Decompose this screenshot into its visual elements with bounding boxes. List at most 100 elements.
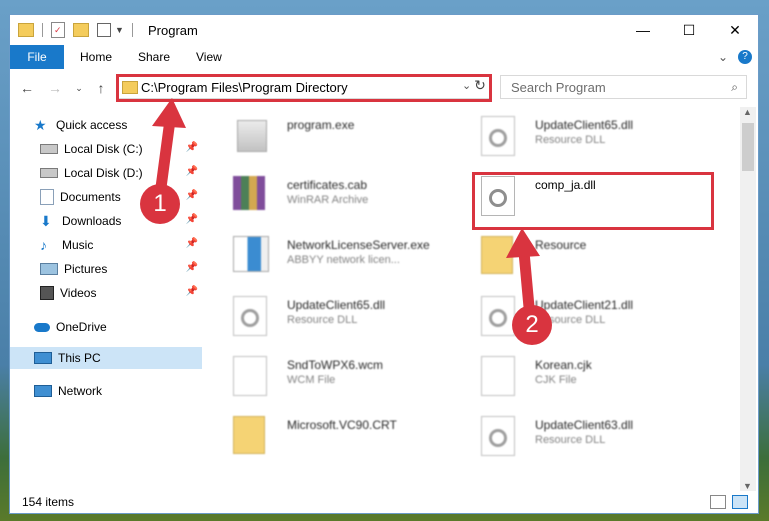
up-button[interactable]: ↑	[92, 79, 110, 97]
dll-icon	[481, 296, 515, 336]
sidebar-item-label: Videos	[60, 286, 97, 300]
pictures-icon	[40, 263, 58, 275]
back-button[interactable]: ←	[18, 79, 36, 97]
sidebar-item-this-pc[interactable]: This PC	[10, 347, 202, 369]
folder-icon[interactable]	[18, 23, 34, 37]
large-icons-view-icon[interactable]	[732, 495, 748, 509]
sidebar-item-label: Quick access	[56, 118, 128, 132]
search-icon: ⌕	[731, 80, 738, 94]
close-button[interactable]: ✕	[712, 15, 758, 45]
file-name: certificates.cab	[287, 178, 368, 192]
scroll-up-icon[interactable]: ▲	[743, 107, 752, 117]
navigation-pane: ★ Quick access Local Disk (C:) 📌 Local D…	[10, 110, 206, 490]
tab-view[interactable]: View	[196, 45, 222, 69]
sidebar-item-label: Local Disk (C:)	[64, 142, 143, 156]
minimize-button[interactable]: —	[620, 15, 666, 45]
customize-dropdown-icon[interactable]: ▼	[115, 25, 124, 35]
vertical-scrollbar[interactable]: ▲ ▼	[740, 107, 756, 491]
file-item[interactable]: UpdateClient65.dll Resource DLL	[215, 292, 455, 346]
sidebar-item-onedrive[interactable]: OneDrive	[34, 316, 226, 338]
file-item[interactable]: NetworkLicenseServer.exe ABBYY network l…	[215, 232, 455, 286]
exe-icon	[237, 120, 267, 152]
sidebar-item-local-disk-c[interactable]: Local Disk (C:) 📌	[40, 138, 202, 160]
drive-icon	[40, 144, 58, 154]
sidebar-item-network[interactable]: Network	[34, 380, 226, 402]
pin-icon[interactable]: 📌	[186, 214, 198, 225]
music-icon: ♪	[40, 237, 47, 253]
help-button[interactable]: ?	[738, 45, 752, 69]
separator-icon	[131, 23, 133, 37]
file-name: program.exe	[287, 118, 355, 132]
step-badge-2: 2	[512, 305, 552, 345]
search-input[interactable]: Search Program ⌕	[500, 75, 747, 99]
details-view-icon[interactable]	[710, 495, 726, 509]
quick-access-toolbar: ✓ ▼	[18, 21, 133, 39]
file-item[interactable]: Microsoft.VC90.CRT	[215, 412, 455, 466]
view-options-icon[interactable]	[97, 23, 111, 37]
winrar-archive-icon	[233, 176, 265, 210]
file-list: program.exe UpdateClient65.dll Resource …	[215, 110, 740, 500]
tab-share[interactable]: Share	[138, 45, 170, 69]
document-icon	[233, 356, 267, 396]
pin-icon[interactable]: 📌	[186, 190, 198, 201]
pin-icon[interactable]: 📌	[186, 262, 198, 273]
file-name: SndToWPX6.wcm	[287, 358, 384, 372]
help-icon: ?	[738, 50, 752, 64]
file-name: Microsoft.VC90.CRT	[287, 418, 397, 432]
pin-icon[interactable]: 📌	[186, 166, 198, 177]
exe-icon	[233, 236, 269, 272]
star-icon: ★	[34, 117, 47, 133]
computer-icon	[34, 352, 52, 364]
file-name: UpdateClient65.dll	[287, 298, 386, 312]
status-bar: 154 items	[10, 493, 758, 513]
pin-icon[interactable]: 📌	[186, 238, 198, 249]
file-item[interactable]: program.exe	[215, 112, 455, 166]
maximize-button[interactable]: ☐	[666, 15, 712, 45]
scroll-thumb[interactable]	[742, 123, 754, 171]
sidebar-item-pictures[interactable]: Pictures 📌	[40, 258, 202, 280]
sidebar-item-label: OneDrive	[56, 320, 107, 334]
file-item[interactable]: UpdateClient63.dll Resource DLL	[463, 412, 703, 466]
file-item[interactable]: certificates.cab WinRAR Archive	[215, 172, 455, 226]
recent-locations-button[interactable]: ⌄	[70, 79, 88, 97]
sidebar-item-label: Pictures	[64, 262, 108, 276]
file-type: Resource DLL	[287, 314, 358, 326]
sidebar-item-music[interactable]: ♪ Music 📌	[40, 234, 202, 256]
cloud-icon	[34, 322, 50, 332]
pin-icon[interactable]: 📌	[186, 286, 198, 297]
search-placeholder: Search Program	[511, 80, 606, 95]
explorer-window: ✓ ▼ Program — ☐ ✕ File Home Share View ⌄…	[9, 14, 759, 514]
scroll-down-icon[interactable]: ▼	[743, 481, 752, 491]
forward-button[interactable]: →	[46, 79, 64, 97]
file-item[interactable]: Resource	[463, 232, 703, 286]
tab-home[interactable]: Home	[80, 45, 112, 69]
file-item[interactable]: UpdateClient65.dll Resource DLL	[463, 112, 703, 166]
file-type: WinRAR Archive	[287, 194, 369, 206]
dll-icon	[481, 416, 515, 456]
file-item[interactable]: UpdateClient21.dll Resource DLL	[463, 292, 703, 346]
file-type: Resource DLL	[535, 434, 606, 446]
properties-icon[interactable]: ✓	[51, 22, 65, 38]
file-name: NetworkLicenseServer.exe	[287, 238, 430, 252]
dll-icon	[233, 296, 267, 336]
pin-icon[interactable]: 📌	[186, 142, 198, 153]
sidebar-item-label: Downloads	[62, 214, 122, 228]
sidebar-item-local-disk-d[interactable]: Local Disk (D:) 📌	[40, 162, 202, 184]
document-icon	[481, 356, 515, 396]
sidebar-item-quick-access[interactable]: ★ Quick access	[34, 114, 226, 136]
file-type: Resource DLL	[535, 134, 606, 146]
new-folder-icon[interactable]	[73, 23, 89, 37]
file-item[interactable]: Korean.cjk CJK File	[463, 352, 703, 406]
sidebar-item-label: Documents	[60, 190, 121, 204]
file-name: UpdateClient65.dll	[535, 118, 634, 132]
sidebar-item-label: Music	[62, 238, 94, 252]
folder-icon	[481, 236, 513, 274]
file-item[interactable]: SndToWPX6.wcm WCM File	[215, 352, 455, 406]
folder-icon	[233, 416, 265, 454]
tab-file[interactable]: File	[10, 45, 64, 69]
sidebar-item-videos[interactable]: Videos 📌	[40, 282, 202, 304]
drive-icon	[40, 168, 58, 178]
dll-icon	[481, 116, 515, 156]
expand-ribbon-icon[interactable]: ⌄	[718, 45, 728, 69]
file-name: UpdateClient63.dll	[535, 418, 634, 432]
